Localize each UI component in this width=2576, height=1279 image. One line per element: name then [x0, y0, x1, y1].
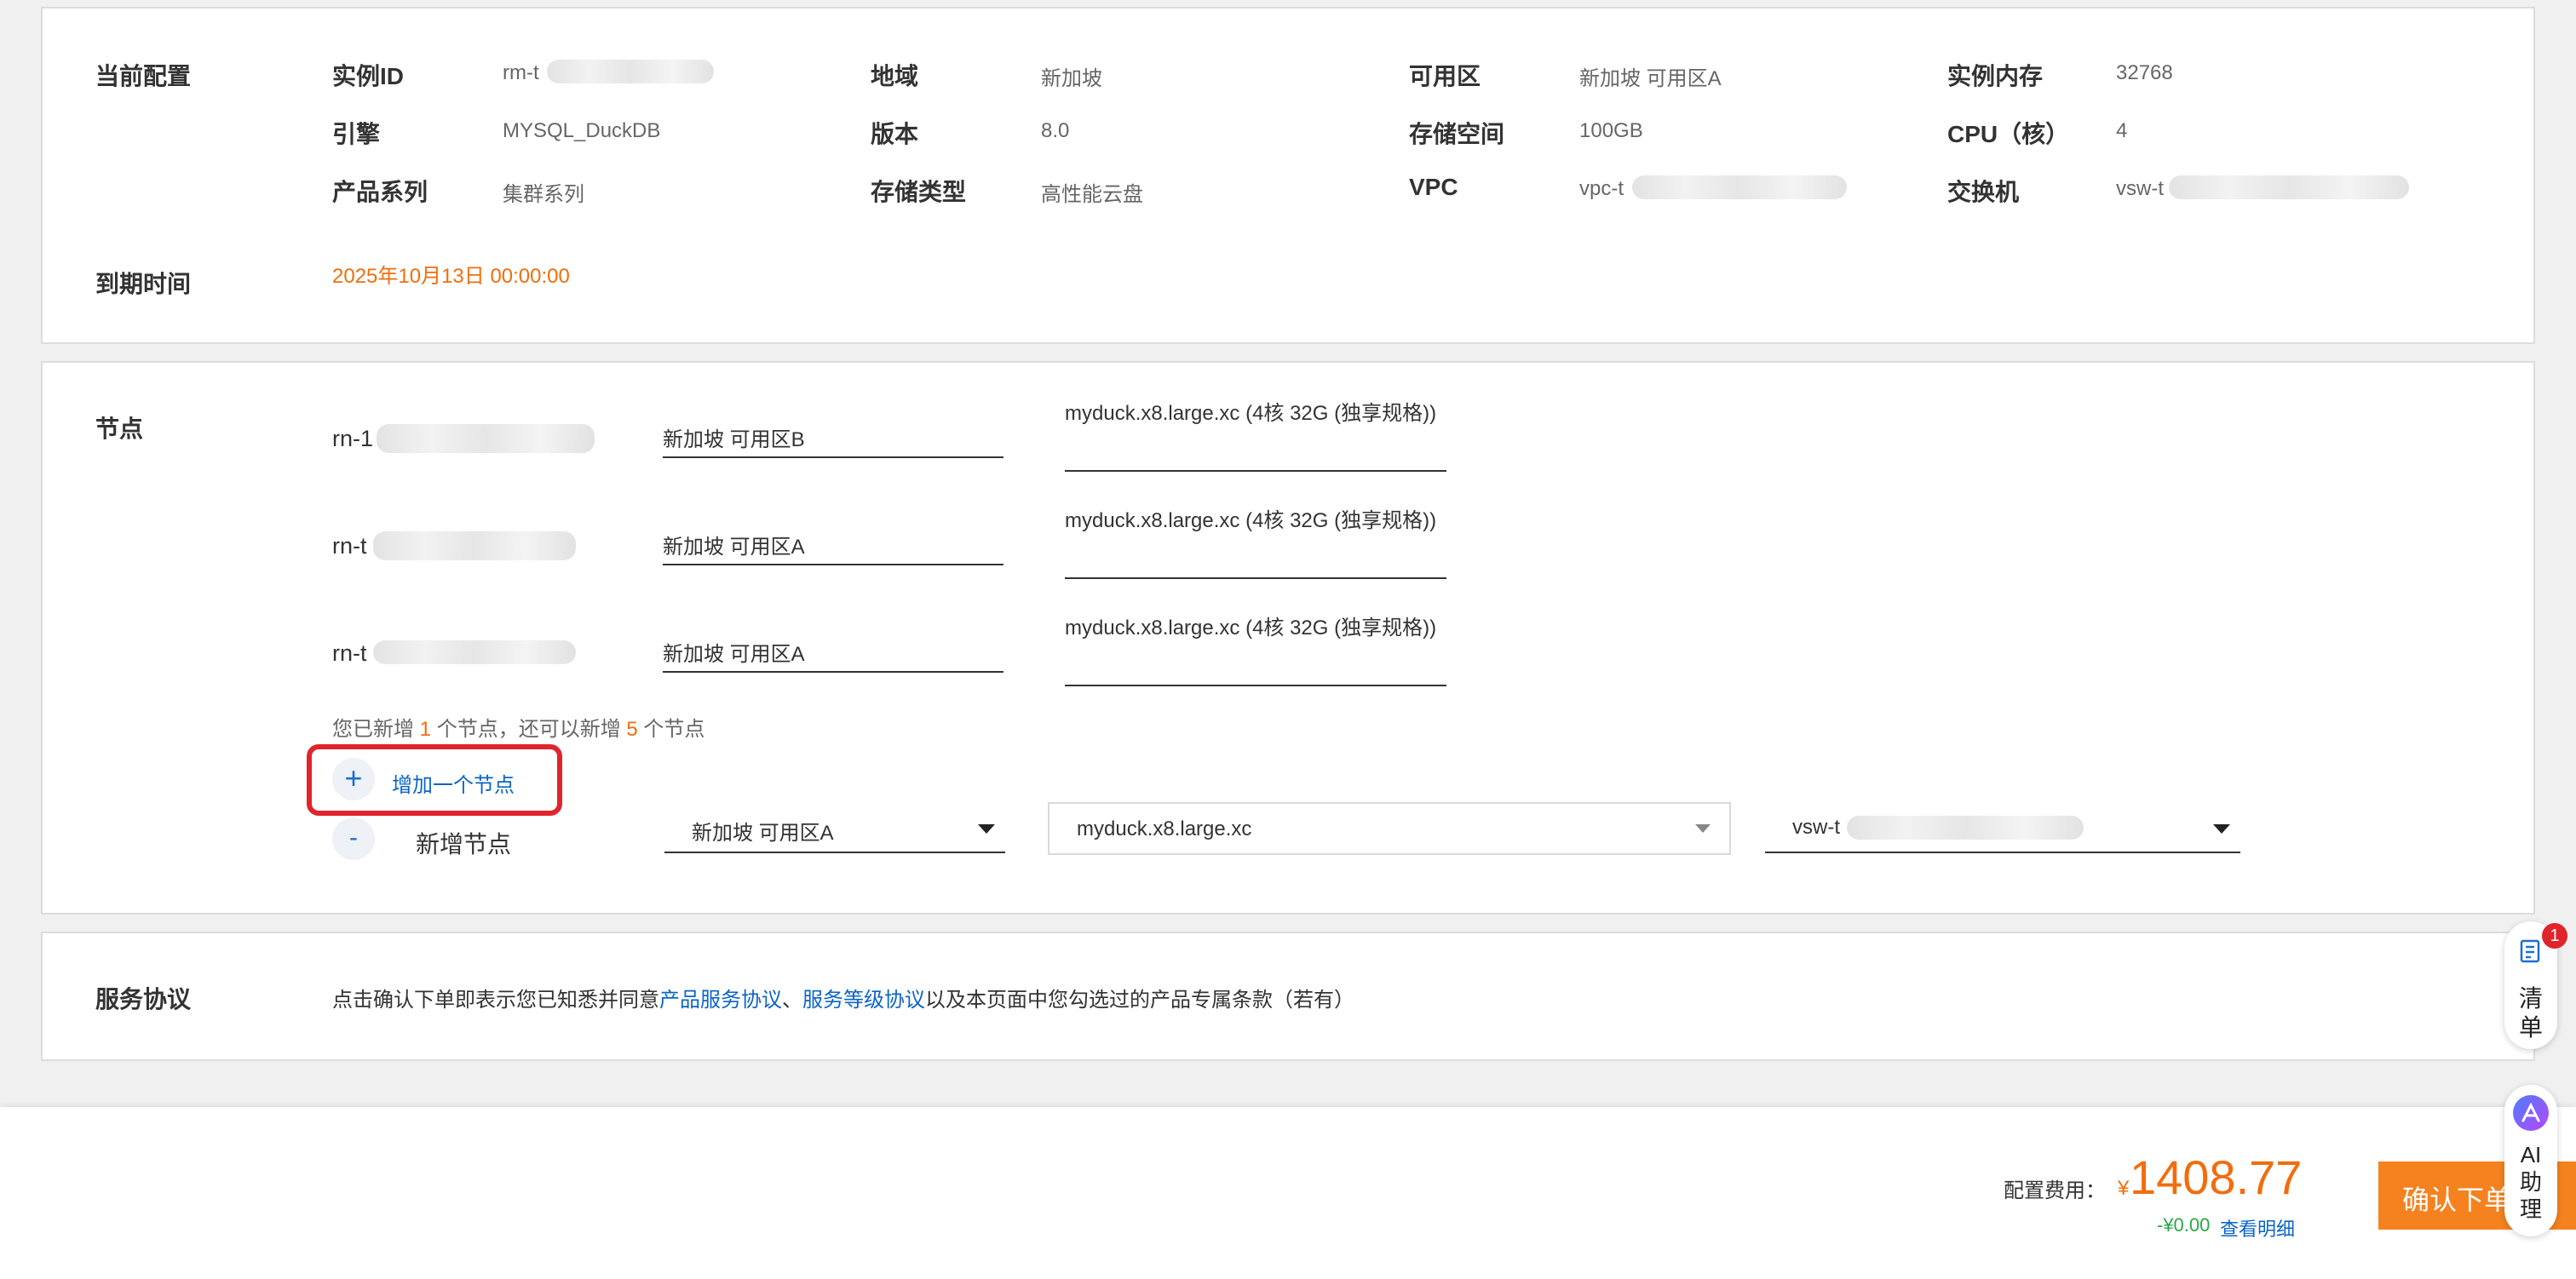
discount-value: -¥0.00 — [2157, 1214, 2211, 1236]
masked-vswitch — [1847, 816, 2084, 840]
value-version: 8.0 — [1041, 119, 1070, 142]
value-instance-id: rm-t — [503, 61, 539, 84]
plus-icon: + — [332, 758, 375, 800]
price-value: 1408.77 — [2130, 1150, 2303, 1204]
node-spec-field: myduck.x8.large.xc (4核 32G (独享规格)) — [1065, 613, 1446, 686]
node-spec-field: myduck.x8.large.xc (4核 32G (独享规格)) — [1065, 506, 1446, 579]
node-spec: myduck.x8.large.xc (4核 32G (独享规格)) — [1065, 617, 1437, 640]
nodes-panel: 节点 rn-1 新加坡 可用区B myduck.x8.large.xc (4核 … — [41, 361, 2535, 915]
masked-instance-id — [547, 60, 714, 83]
label-version: 版本 — [871, 121, 919, 147]
value-region: 新加坡 — [1041, 67, 1102, 90]
node-count-notice: 您已新增 1 个节点，还可以新增 5 个节点 — [332, 712, 704, 742]
label-zone: 可用区 — [1409, 63, 1481, 89]
label-memory: 实例内存 — [1947, 63, 2044, 89]
label-storage: 存储空间 — [1409, 121, 1505, 147]
masked-node-id — [373, 531, 576, 560]
new-node-spec-value: myduck.x8.large.xc — [1077, 817, 1252, 840]
agreement-panel: 服务协议 点击确认下单即表示您已知悉并同意产品服务协议、服务等级协议以及本页面中… — [41, 932, 2535, 1061]
label-instance-id: 实例ID — [332, 63, 405, 89]
agreement-prefix: 点击确认下单即表示您已知悉并同意 — [332, 989, 659, 1012]
agreement-text: 点击确认下单即表示您已知悉并同意产品服务协议、服务等级协议以及本页面中您勾选过的… — [332, 983, 1354, 1012]
value-zone: 新加坡 可用区A — [1579, 67, 1722, 90]
ai-assistant-widget[interactable]: AI助理 — [2504, 1085, 2557, 1236]
node-zone-field: 新加坡 可用区A — [663, 519, 1003, 565]
new-node-vswitch-select[interactable]: vsw-t — [1765, 802, 2240, 853]
value-cpu: 4 — [2116, 119, 2128, 142]
section-title-agreement: 服务协议 — [95, 986, 192, 1012]
masked-node-id — [373, 640, 576, 664]
value-storage: 100GB — [1579, 119, 1643, 142]
cart-badge: 1 — [2542, 923, 2567, 949]
ai-assistant-icon — [2513, 1095, 2549, 1131]
cart-label: 清单 — [2518, 985, 2543, 1041]
current-config-panel: 当前配置 实例ID rm-t 地域 新加坡 可用区 新加坡 可用区A 实例内存 … — [41, 7, 2535, 344]
label-storage-type: 存储类型 — [871, 179, 967, 205]
node-zone: 新加坡 可用区A — [663, 643, 805, 666]
label-engine: 引擎 — [332, 121, 381, 147]
node-spec: myduck.x8.large.xc (4核 32G (独享规格)) — [1065, 509, 1437, 532]
label-cpu: CPU（核） — [1947, 121, 2070, 147]
value-memory: 32768 — [2116, 61, 2173, 84]
new-node-vswitch-value: vsw-t — [1792, 816, 1840, 839]
notice-suffix: 个节点 — [637, 718, 705, 741]
price-currency: ¥ — [2118, 1177, 2130, 1200]
new-node-spec-select[interactable]: myduck.x8.large.xc — [1048, 802, 1731, 855]
chevron-down-icon — [2213, 824, 2230, 834]
fee-label: 配置费用： — [2004, 1179, 2106, 1202]
notice-middle: 个节点，还可以新增 — [431, 718, 627, 741]
list-icon — [2520, 939, 2540, 963]
label-vswitch: 交换机 — [1947, 179, 2020, 205]
value-engine: MYSQL_DuckDB — [503, 119, 661, 142]
agreement-suffix: 以及本页面中您勾选过的产品专属条款（若有） — [925, 989, 1354, 1012]
new-node-label: 新增节点 — [416, 831, 512, 857]
agreement-separator: 、 — [782, 989, 802, 1012]
service-level-agreement-link[interactable]: 服务等级协议 — [802, 989, 925, 1012]
value-expire: 2025年10月13日 00:00:00 — [332, 265, 570, 288]
product-service-agreement-link[interactable]: 产品服务协议 — [659, 989, 782, 1012]
node-zone-field: 新加坡 可用区B — [663, 412, 1003, 458]
new-node-zone-select[interactable]: 新加坡 可用区A — [664, 802, 1005, 853]
chevron-down-icon — [978, 824, 995, 834]
masked-vpc — [1632, 175, 1847, 199]
notice-remaining-count: 5 — [626, 718, 638, 741]
node-zone: 新加坡 可用区A — [663, 536, 805, 559]
chevron-down-icon — [1695, 824, 1711, 833]
value-vswitch: vsw-t — [2116, 177, 2164, 200]
node-id: rn-t — [332, 640, 367, 666]
node-id: rn-t — [332, 533, 367, 559]
section-title-nodes: 节点 — [95, 416, 144, 442]
node-spec: myduck.x8.large.xc (4核 32G (独享规格)) — [1065, 402, 1437, 425]
node-spec-field: myduck.x8.large.xc (4核 32G (独享规格)) — [1065, 399, 1446, 472]
notice-added-count: 1 — [419, 718, 432, 741]
new-node-zone-value: 新加坡 可用区A — [692, 822, 834, 845]
label-region: 地域 — [871, 63, 919, 89]
masked-node-id — [377, 424, 595, 453]
label-vpc: VPC — [1409, 174, 1458, 200]
node-id: rn-1 — [332, 426, 374, 451]
ai-assistant-label: AI助理 — [2519, 1142, 2542, 1222]
value-storage-type: 高性能云盘 — [1041, 183, 1143, 206]
node-zone-field: 新加坡 可用区A — [663, 627, 1003, 673]
label-series: 产品系列 — [332, 179, 428, 205]
remove-node-button[interactable]: - — [332, 817, 375, 860]
masked-vswitch — [2169, 175, 2409, 199]
confirm-order-label: 确认下单 — [2402, 1184, 2512, 1215]
notice-prefix: 您已新增 — [332, 718, 420, 741]
view-detail-link[interactable]: 查看明细 — [2220, 1214, 2295, 1242]
label-expire: 到期时间 — [95, 271, 192, 297]
section-title-current-config: 当前配置 — [95, 63, 192, 89]
node-zone: 新加坡 可用区B — [663, 428, 805, 451]
cart-widget[interactable]: 1 清单 — [2504, 921, 2567, 1049]
value-vpc: vpc-t — [1579, 177, 1624, 200]
add-node-label: 增加一个节点 — [392, 774, 515, 797]
footer-bar: 配置费用： ¥ 1408.77 -¥0.00 查看明细 确认下单 — [0, 1107, 2576, 1279]
value-series: 集群系列 — [503, 183, 584, 206]
